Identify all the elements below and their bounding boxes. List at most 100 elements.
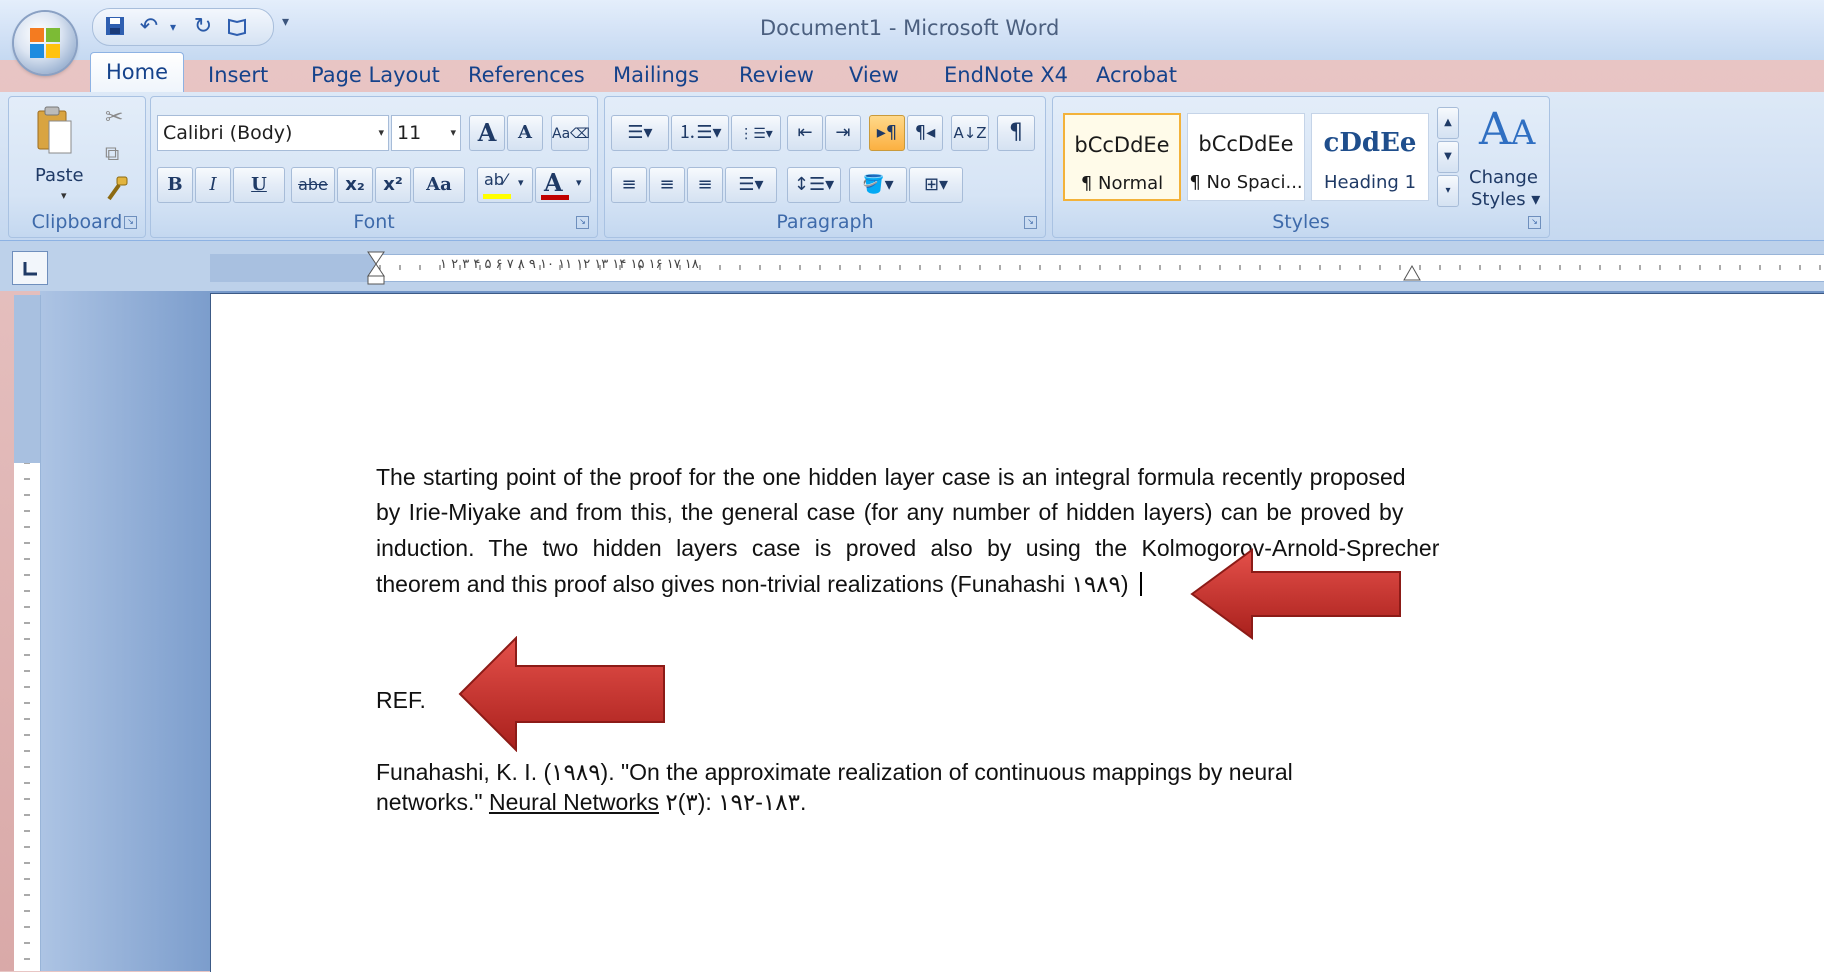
body-line-4: theorem and this proof also gives non-tr… [376,571,1129,597]
bold-button[interactable]: B [157,167,193,203]
tab-endnote[interactable]: EndNote X4 [944,58,1068,92]
tab-review[interactable]: Review [739,58,814,92]
clipboard-group: Paste ▾ ✂ ⧉ Clipboard ↘ [8,96,146,238]
strikethrough-button[interactable]: abe [291,167,335,203]
line-spacing-icon: ↕☰▾ [793,174,835,195]
change-styles-label-1: Change [1469,167,1538,188]
underline-button[interactable]: U [233,167,285,203]
grow-font-button[interactable]: A [469,115,505,151]
italic-button[interactable]: I [195,167,231,203]
sort-button[interactable]: A↓Z [951,115,989,151]
style-normal[interactable]: bCcDdEe ¶ Normal [1063,113,1181,201]
highlight-icon: ab⁄ [484,170,507,189]
horizontal-ruler[interactable]: ۱ ۲ ۳ ۴ ۵ ۶ ۷ ۸ ۹ ۱۰ ۱۱ ۱۲ ۱۳ ۱۴ ۱۵ ۱۶ ۱… [210,254,1824,282]
paste-label: Paste [35,165,84,186]
ltr-icon: ▸¶ [876,122,898,143]
justify-button[interactable]: ☰▾ [725,167,777,203]
shrink-font-button[interactable]: A [507,115,543,151]
undo-icon[interactable]: ↶ [137,15,161,39]
tab-mailings[interactable]: Mailings [613,58,699,92]
styles-scroll-up-icon[interactable]: ▲ [1437,107,1459,139]
redo-icon[interactable]: ↻ [191,15,215,39]
align-center-button[interactable]: ≡ [649,167,685,203]
tab-references[interactable]: References [468,58,585,92]
align-right-button[interactable]: ≡ [687,167,723,203]
style-normal-sample: bCcDdEe [1074,133,1170,157]
indent-marker-left[interactable] [366,250,386,286]
font-name-combo[interactable]: Calibri (Body) ▾ [157,115,389,151]
ref-line-2-suffix: ۲(۳): ۱۹۲-۱۸۳. [658,789,807,815]
style-heading1-name: Heading 1 [1323,172,1417,193]
tab-page-layout[interactable]: Page Layout [311,58,440,92]
align-left-button[interactable]: ≡ [611,167,647,203]
paragraph-group: ☰▾ ⒈☰▾ ⋮☰▾ ⇤ ⇥ ▸¶ ¶◂ A↓Z ¶ ≡ ≡ ≡ ☰▾ ↕☰▾ … [604,96,1046,238]
red-arrow-icon [458,636,665,752]
format-painter-icon[interactable] [103,175,131,207]
copy-icon[interactable]: ⧉ [105,141,119,165]
tab-insert[interactable]: Insert [208,58,268,92]
align-left-icon: ≡ [621,174,637,195]
tab-selector-button[interactable] [12,251,48,285]
pilcrow-icon: ¶ [1009,120,1023,145]
clear-formatting-button[interactable]: Aa⌫ [551,115,590,151]
paragraph-launcher-icon[interactable]: ↘ [1024,216,1037,229]
subscript-button[interactable]: x₂ [337,167,373,203]
decrease-indent-button[interactable]: ⇤ [787,115,823,151]
ruler-left-margin [210,254,375,282]
styles-scroll-down-icon[interactable]: ▼ [1437,141,1459,173]
paste-button[interactable]: Paste ▾ [19,103,89,203]
numbering-button[interactable]: ⒈☰▾ [671,115,729,151]
ref-line-2-prefix: networks." [376,789,489,815]
shading-button[interactable]: 🪣▾ [849,167,907,203]
increase-indent-button[interactable]: ⇥ [825,115,861,151]
ltr-button[interactable]: ▸¶ [869,115,905,151]
font-group: Calibri (Body) ▾ 11 ▾ A A Aa⌫ B I U abe … [150,96,598,238]
rtl-button[interactable]: ¶◂ [907,115,943,151]
body-line-1: The starting point of the proof for the … [376,464,1406,490]
cut-icon[interactable]: ✂ [105,105,123,130]
style-heading1[interactable]: cDdEe Heading 1 [1311,113,1429,201]
font-size-combo[interactable]: 11 ▾ [391,115,461,151]
align-right-icon: ≡ [697,174,713,195]
font-size-dropdown-icon[interactable]: ▾ [450,116,456,150]
font-launcher-icon[interactable]: ↘ [576,216,589,229]
multilevel-list-button[interactable]: ⋮☰▾ [731,115,781,151]
increase-indent-icon: ⇥ [835,122,851,143]
clear-formatting-icon: Aa⌫ [552,126,590,142]
change-case-button[interactable]: Aa [413,167,465,203]
undo-dropdown-icon[interactable]: ▾ [161,15,185,39]
styles-more-icon[interactable]: ▾ [1437,175,1459,207]
body-line-2: by Irie-Miyake and from this, the genera… [376,499,1404,525]
ref-line-1: Funahashi, K. I. (۱۹۸۹). "On the approxi… [376,759,1293,785]
font-color-swatch [541,195,569,200]
print-preview-icon[interactable] [225,15,249,39]
bullets-button[interactable]: ☰▾ [611,115,669,151]
line-spacing-button[interactable]: ↕☰▾ [787,167,841,203]
borders-icon: ⊞▾ [923,174,949,195]
quick-access-toolbar: ↶ ▾ ↻ [92,8,274,46]
highlight-button[interactable]: ab⁄ ▾ [477,167,533,203]
styles-launcher-icon[interactable]: ↘ [1528,216,1541,229]
customize-qat-button[interactable]: ▾ [282,14,289,30]
borders-button[interactable]: ⊞▾ [909,167,963,203]
show-formatting-button[interactable]: ¶ [997,115,1035,151]
numbering-icon: ⒈☰▾ [678,122,722,143]
font-color-button[interactable]: A ▾ [535,167,591,203]
indent-marker-right[interactable] [1402,262,1422,282]
tab-acrobat[interactable]: Acrobat [1096,58,1177,92]
superscript-button[interactable]: x² [375,167,411,203]
style-no-spacing-name: ¶ No Spaci... [1189,172,1303,193]
tab-view[interactable]: View [849,58,899,92]
font-name-dropdown-icon[interactable]: ▾ [378,116,384,150]
window-title: Document1 - Microsoft Word [760,16,1060,40]
styles-group-label: Styles [1272,211,1330,233]
font-group-label: Font [353,211,395,233]
document-page[interactable] [210,293,1824,972]
style-no-spacing[interactable]: bCcDdEe ¶ No Spaci... [1187,113,1305,201]
multilevel-list-icon: ⋮☰▾ [739,126,773,142]
change-styles-button[interactable]: AA Change Styles ▾ [1467,103,1547,213]
change-styles-icon: AA [1479,104,1536,155]
save-icon[interactable] [103,15,127,39]
clipboard-launcher-icon[interactable]: ↘ [124,216,137,229]
tab-home[interactable]: Home [90,52,184,95]
